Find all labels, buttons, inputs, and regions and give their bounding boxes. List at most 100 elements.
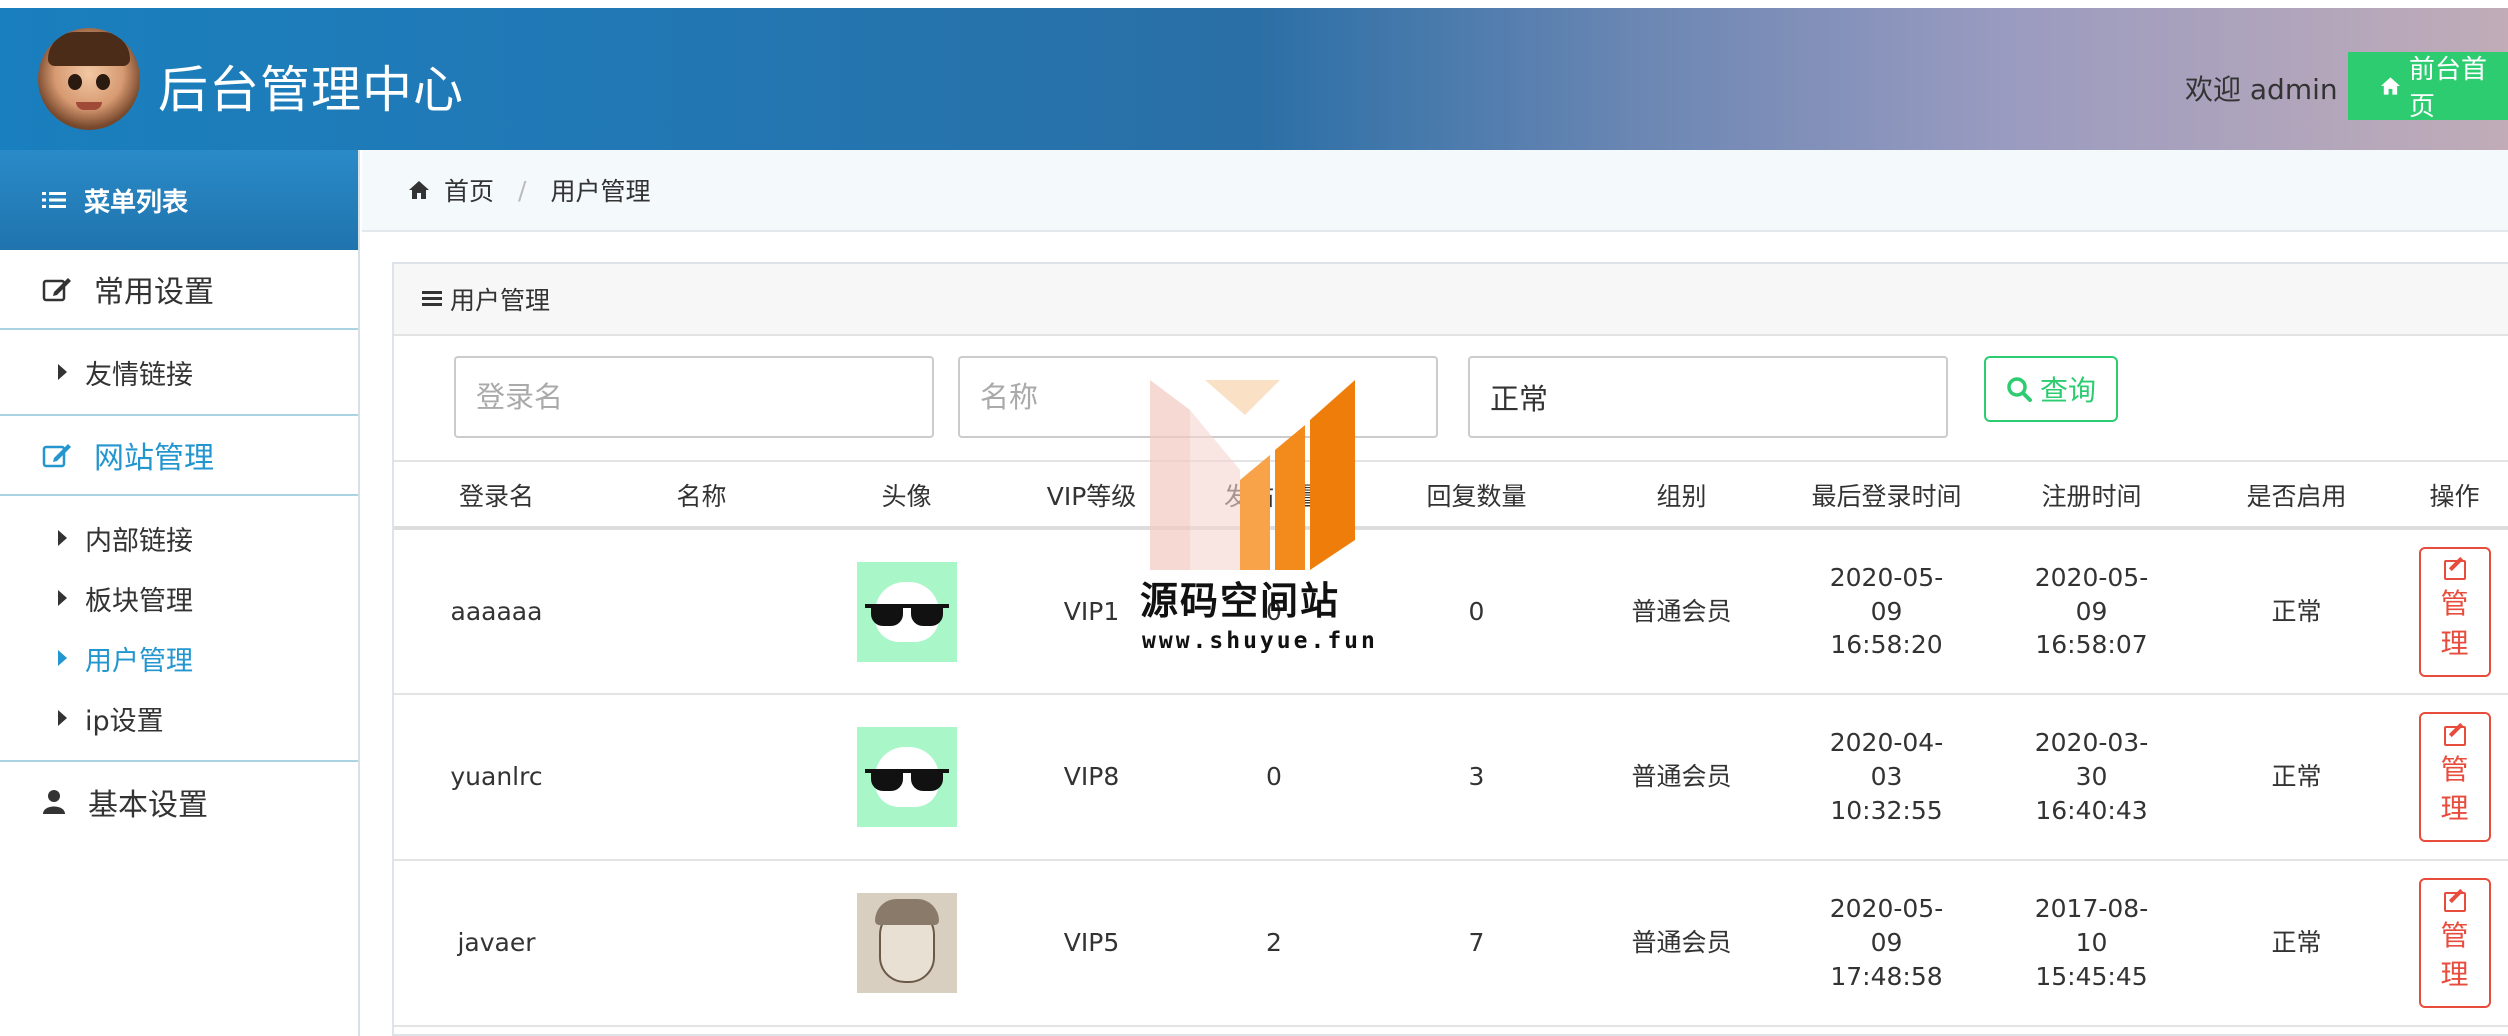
cell-replies: 3	[1374, 694, 1579, 861]
sidebar-item-user-management[interactable]: 用户管理	[0, 628, 358, 688]
column-header[interactable]: 发帖数量	[1174, 464, 1374, 530]
sidebar-item-ip-settings[interactable]: ip设置	[0, 688, 358, 748]
breadcrumb: 首页 / 用户管理	[362, 150, 2508, 232]
user-panel: 用户管理 查询 登录名 名称 头像 VIP等级	[392, 262, 2508, 1036]
sidebar-item-friend-links[interactable]: 友情链接	[0, 342, 358, 402]
caret-right-icon	[58, 530, 67, 546]
manage-button[interactable]: 管理	[2418, 712, 2491, 842]
cell-registered: 2020-03-30 16:40:43	[1989, 694, 2194, 861]
sidebar-item-label: 用户管理	[85, 645, 193, 677]
cell-enabled: 正常	[2194, 528, 2399, 695]
panel-title: 用户管理	[450, 286, 551, 315]
submenu-common-settings: 友情链接	[0, 330, 358, 416]
caret-right-icon	[58, 590, 67, 606]
breadcrumb-separator: /	[518, 175, 527, 205]
column-header[interactable]: 回复数量	[1374, 464, 1579, 530]
name-input[interactable]	[958, 356, 1438, 438]
cell-registered: 2020-05-09 16:58:07	[1989, 528, 2194, 695]
cell-name	[599, 528, 804, 695]
breadcrumb-current: 用户管理	[550, 177, 651, 206]
sidebar-item-label: 友情链接	[85, 359, 193, 391]
submenu-site-management: 内部链接 板块管理 用户管理 ip设置	[0, 496, 358, 762]
cell-posts: 0	[1174, 694, 1374, 861]
sidebar-item-label: 板块管理	[85, 585, 193, 617]
cell-replies: 0	[1374, 528, 1579, 695]
table-row: javaer VIP5 2 7 普通会员 2020-05-09 17:48:58…	[394, 860, 2508, 1027]
breadcrumb-home[interactable]: 首页	[444, 172, 494, 208]
cell-login: yuanlrc	[394, 694, 599, 861]
edit-icon	[2443, 891, 2466, 912]
column-header[interactable]: 组别	[1579, 464, 1784, 530]
table-row: yuanlrc VIP8 0 3 普通会员 2020-04-03 10:32:5…	[394, 694, 2508, 861]
sidebar-group-site-management[interactable]: 网站管理	[0, 416, 358, 496]
status-input[interactable]	[1468, 356, 1948, 438]
login-name-input[interactable]	[454, 356, 934, 438]
front-home-button[interactable]: 前台首页	[2348, 52, 2508, 122]
menu-title: 菜单列表	[0, 150, 358, 250]
column-header[interactable]: 登录名	[394, 464, 599, 530]
column-header[interactable]: 注册时间	[1989, 464, 2194, 530]
edit-icon	[2443, 725, 2466, 746]
avatar	[856, 727, 957, 827]
header: 后台管理中心 欢迎 admin 前台首页	[0, 8, 2508, 150]
cell-group: 普通会员	[1579, 528, 1784, 695]
home-icon	[409, 181, 429, 199]
edit-icon	[2443, 560, 2466, 581]
watermark-text: 源码空间站	[1140, 579, 1341, 623]
manage-button[interactable]: 管理	[2418, 878, 2491, 1008]
cell-action: 管理	[2399, 528, 2508, 695]
cell-vip: VIP8	[1009, 694, 1174, 861]
header-title: 后台管理中心	[158, 61, 464, 119]
cell-name	[599, 694, 804, 861]
manage-button-label: 管理	[2440, 918, 2469, 991]
user-table: 登录名 名称 头像 VIP等级 发帖数量 回复数量 组别 最后登录时间 注册时间…	[394, 464, 2508, 1027]
column-header[interactable]: 头像	[804, 464, 1009, 530]
manage-button[interactable]: 管理	[2418, 546, 2491, 677]
hamburger-icon	[422, 291, 442, 307]
cell-replies: 7	[1374, 860, 1579, 1027]
sidebar-group-label: 基本设置	[88, 788, 208, 823]
sidebar-item-board-management[interactable]: 板块管理	[0, 568, 358, 628]
sidebar-group-basic-settings[interactable]: 基本设置	[0, 762, 358, 842]
sidebar-item-internal-links[interactable]: 内部链接	[0, 508, 358, 568]
caret-right-icon	[58, 650, 67, 666]
list-icon	[42, 192, 66, 208]
cell-enabled: 正常	[2194, 860, 2399, 1027]
cell-registered: 2017-08-10 15:45:45	[1989, 860, 2194, 1027]
search-icon	[2007, 377, 2032, 402]
panel-header: 用户管理	[394, 264, 2508, 336]
top-strip	[0, 0, 2508, 8]
edit-icon	[42, 444, 71, 468]
caret-right-icon	[58, 710, 67, 726]
table-header-row: 登录名 名称 头像 VIP等级 发帖数量 回复数量 组别 最后登录时间 注册时间…	[394, 464, 2508, 530]
sidebar-group-label: 网站管理	[94, 441, 214, 476]
sidebar-item-label: ip设置	[85, 705, 164, 737]
table-row: aaaaaa VIP1 0 0 普通会员 2020-05-09 16:58:20…	[394, 528, 2508, 695]
manage-button-label: 管理	[2440, 752, 2469, 825]
column-header[interactable]: 最后登录时间	[1784, 464, 1989, 530]
cell-posts: 2	[1174, 860, 1374, 1027]
column-header[interactable]: VIP等级	[1009, 464, 1174, 530]
cell-group: 普通会员	[1579, 694, 1784, 861]
sidebar-item-label: 内部链接	[85, 525, 193, 557]
cell-action: 管理	[2399, 694, 2508, 861]
column-header[interactable]: 操作	[2399, 464, 2508, 530]
sidebar-group-common-settings[interactable]: 常用设置	[0, 250, 358, 330]
watermark-url: www.shuyue.fun	[1142, 628, 1378, 654]
cell-name	[599, 860, 804, 1027]
cell-login: javaer	[394, 860, 599, 1027]
edit-icon	[42, 278, 71, 302]
cell-login: aaaaaa	[394, 528, 599, 695]
logo-avatar	[38, 28, 140, 130]
cell-enabled: 正常	[2194, 694, 2399, 861]
cell-last-login: 2020-04-03 10:32:55	[1784, 694, 1989, 861]
search-row: 查询	[394, 336, 2508, 462]
main-content: 首页 / 用户管理 用户管理 查询 登录名	[362, 150, 2508, 1036]
column-header[interactable]: 是否启用	[2194, 464, 2399, 530]
query-button[interactable]: 查询	[1984, 356, 2118, 422]
cell-action: 管理	[2399, 860, 2508, 1027]
user-icon	[43, 790, 65, 814]
home-icon	[2380, 77, 2401, 95]
column-header[interactable]: 名称	[599, 464, 804, 530]
sidebar: 菜单列表 常用设置 友情链接 网站管理 内部链接 板块管理 用户管理 ip设置	[0, 150, 360, 1036]
